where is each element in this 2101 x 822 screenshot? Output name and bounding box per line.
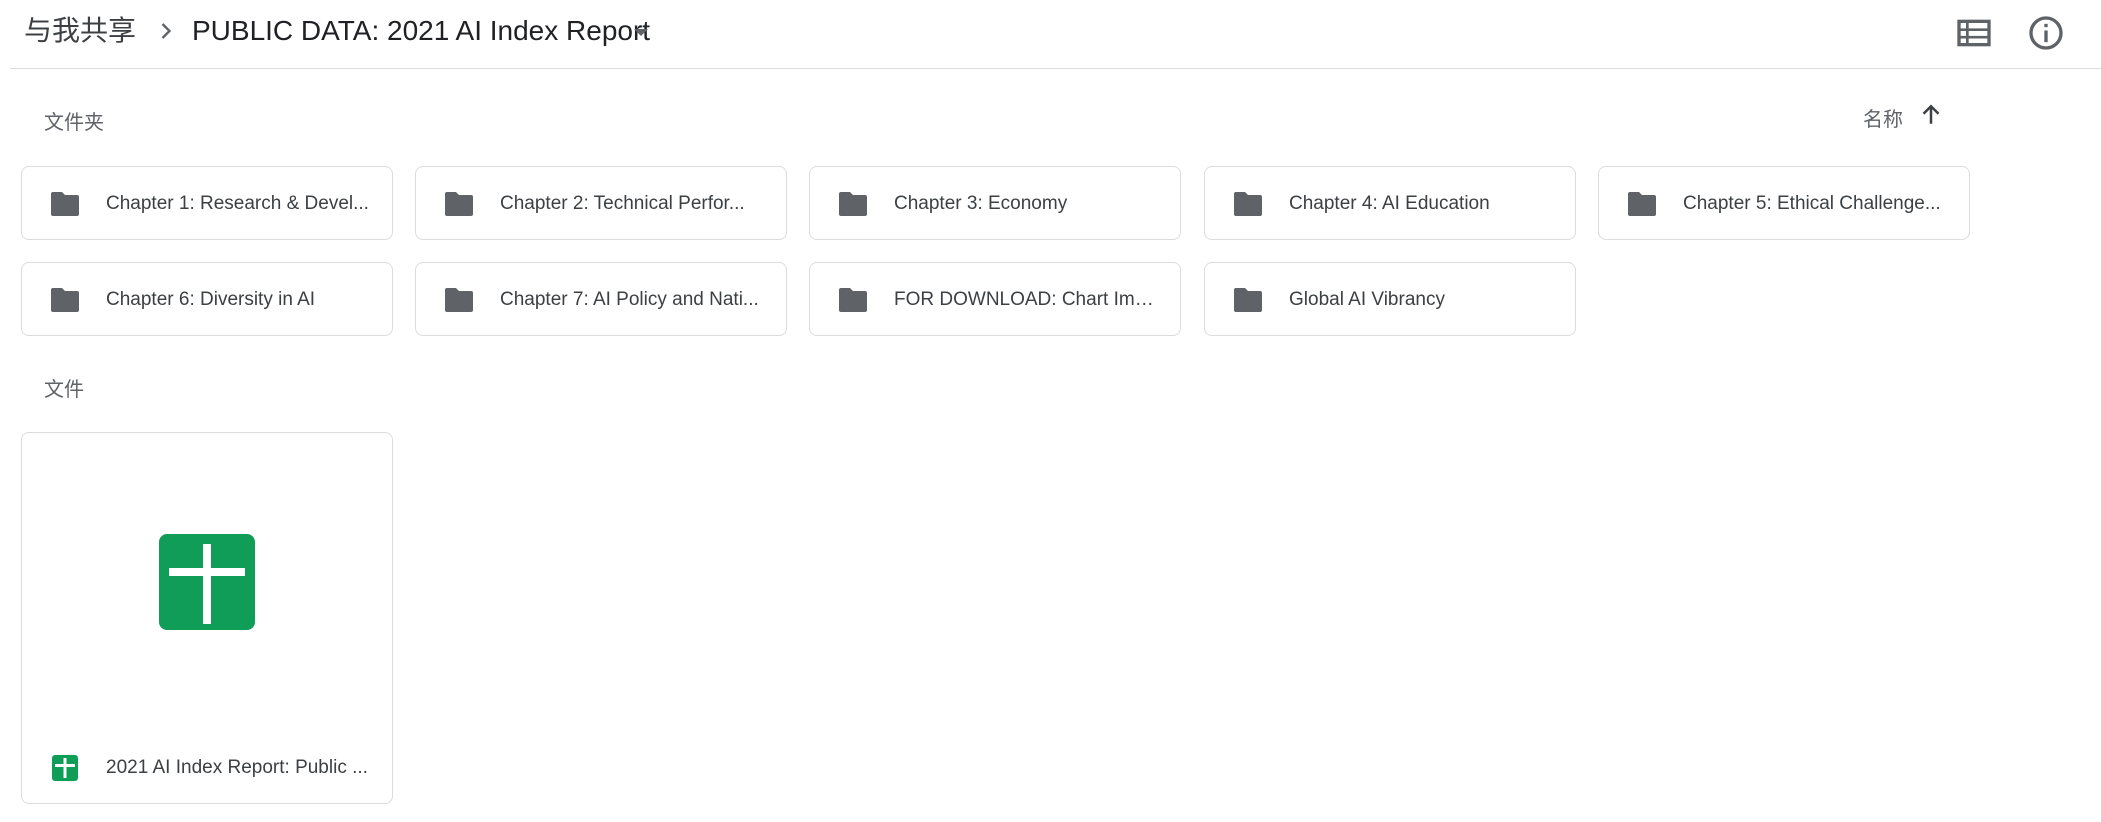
sheets-icon [159, 534, 255, 630]
folder-name: Chapter 6: Diversity in AI [106, 289, 316, 310]
folder-icon [1234, 192, 1262, 216]
top-bar: 与我共享 PUBLIC DATA: 2021 AI Index Report [10, 0, 2101, 69]
breadcrumb-current-folder[interactable]: PUBLIC DATA: 2021 AI Index Report [192, 13, 650, 49]
folder-card[interactable]: Chapter 1: Research & Devel... [21, 166, 393, 240]
folder-card[interactable]: Chapter 2: Technical Perfor... [415, 166, 787, 240]
folder-name: Chapter 3: Economy [894, 193, 1068, 214]
folder-icon [51, 288, 79, 312]
folder-name: Chapter 7: AI Policy and Nati... [500, 289, 759, 310]
folder-name: Global AI Vibrancy [1289, 289, 1445, 310]
caret-down-icon[interactable] [629, 22, 653, 42]
folder-card[interactable]: Chapter 5: Ethical Challenge... [1598, 166, 1970, 240]
folder-icon [1628, 192, 1656, 216]
info-icon[interactable] [2026, 13, 2066, 53]
sheets-icon [52, 755, 78, 781]
files-section-label: 文件 [44, 377, 84, 401]
folder-icon [1234, 288, 1262, 312]
breadcrumb-shared-with-me[interactable]: 与我共享 [24, 13, 136, 49]
folder-card[interactable]: Chapter 4: AI Education [1204, 166, 1576, 240]
folder-card[interactable]: Chapter 3: Economy [809, 166, 1181, 240]
folder-icon [51, 192, 79, 216]
folder-card[interactable]: Chapter 6: Diversity in AI [21, 262, 393, 336]
folder-name: Chapter 1: Research & Devel... [106, 193, 369, 214]
folder-name: Chapter 4: AI Education [1289, 193, 1490, 214]
folder-name: FOR DOWNLOAD: Chart Imag... [894, 289, 1164, 310]
arrow-up-icon[interactable] [1916, 100, 1946, 130]
file-card[interactable]: 2021 AI Index Report: Public ... [21, 432, 393, 804]
file-name: 2021 AI Index Report: Public ... [106, 757, 368, 778]
folder-icon [445, 288, 473, 312]
list-view-icon[interactable] [1954, 13, 1994, 53]
folder-card[interactable]: Global AI Vibrancy [1204, 262, 1576, 336]
folder-card[interactable]: Chapter 7: AI Policy and Nati... [415, 262, 787, 336]
folders-section-label: 文件夹 [44, 110, 104, 134]
folder-icon [445, 192, 473, 216]
folder-name: Chapter 5: Ethical Challenge... [1683, 193, 1941, 214]
folder-icon [839, 192, 867, 216]
chevron-right-icon [161, 23, 172, 39]
folder-icon [839, 288, 867, 312]
folder-card[interactable]: FOR DOWNLOAD: Chart Imag... [809, 262, 1181, 336]
folder-name: Chapter 2: Technical Perfor... [500, 193, 745, 214]
sort-by-name-button[interactable]: 名称 [1863, 103, 1903, 132]
